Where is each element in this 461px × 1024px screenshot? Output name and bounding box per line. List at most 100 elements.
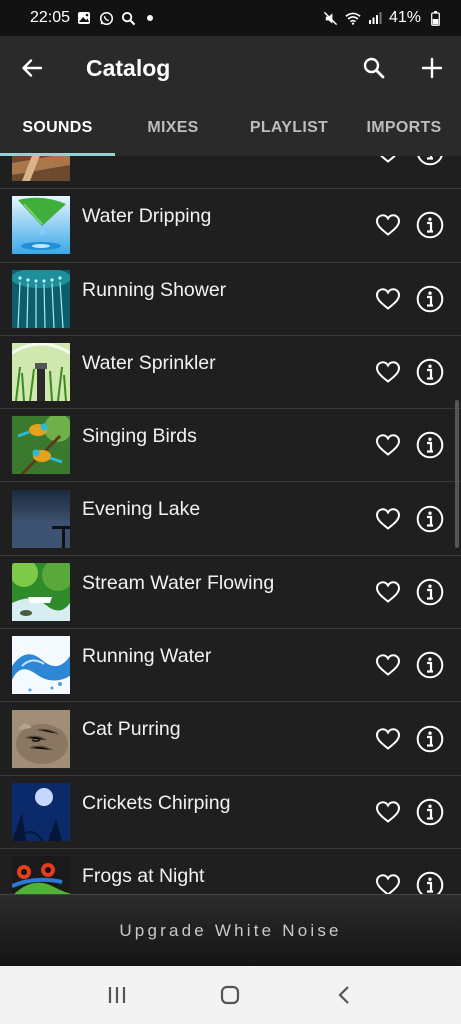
- sound-name: Running Shower: [82, 278, 227, 301]
- sound-thumbnail: [12, 709, 70, 768]
- favorite-button[interactable]: [368, 719, 408, 759]
- list-item[interactable]: Running Water: [0, 629, 461, 703]
- tab-bar: SOUNDS MIXES PLAYLIST IMPORTS: [0, 100, 461, 156]
- whatsapp-icon: [98, 10, 114, 26]
- info-button[interactable]: [410, 572, 450, 612]
- sound-thumbnail: [12, 636, 70, 695]
- sound-name: Water Sprinkler: [82, 351, 216, 374]
- info-icon: [416, 578, 444, 606]
- sound-thumbnail: [12, 196, 70, 255]
- info-icon: [416, 725, 444, 752]
- list-item[interactable]: Stream Water Flowing: [0, 556, 461, 630]
- info-button[interactable]: [410, 645, 450, 685]
- favorite-button[interactable]: [368, 499, 408, 539]
- status-bar: 22:05 41%: [0, 0, 461, 36]
- list-item[interactable]: Frogs at Night: [0, 849, 461, 894]
- info-icon: [416, 871, 444, 894]
- sound-name: Crickets Chirping: [82, 791, 231, 814]
- favorite-button[interactable]: [368, 572, 408, 612]
- heart-icon: [375, 727, 401, 750]
- heart-icon: [375, 288, 401, 310]
- heart-icon: [375, 801, 401, 823]
- sound-thumbnail: [12, 489, 70, 548]
- heart-icon: [375, 507, 401, 530]
- info-icon: [416, 798, 444, 826]
- back-icon: [338, 986, 349, 1004]
- info-icon: [416, 358, 444, 386]
- home-button[interactable]: [200, 966, 260, 1024]
- recents-button[interactable]: [87, 966, 147, 1024]
- sound-thumbnail: [12, 156, 70, 182]
- tab-sounds[interactable]: SOUNDS: [0, 100, 115, 156]
- scrollbar[interactable]: [455, 400, 459, 548]
- sound-name: Running Water: [82, 645, 212, 668]
- signal-icon: [367, 10, 383, 26]
- sound-list[interactable]: Water Dripping Running Shower Water Sprink…: [0, 156, 461, 894]
- recents-icon: [108, 987, 125, 1003]
- list-item[interactable]: Water Sprinkler: [0, 336, 461, 410]
- heart-icon: [375, 434, 401, 457]
- sound-thumbnail: [12, 782, 70, 841]
- sound-name: Water Dripping: [82, 205, 212, 228]
- info-button[interactable]: [410, 425, 450, 465]
- back-button[interactable]: [0, 36, 64, 100]
- favorite-button[interactable]: [368, 792, 408, 832]
- battery-icon: [427, 10, 443, 26]
- info-button[interactable]: [410, 156, 450, 172]
- info-button[interactable]: [410, 865, 450, 894]
- info-button[interactable]: [410, 499, 450, 539]
- tab-imports[interactable]: IMPORTS: [347, 100, 461, 156]
- list-item[interactable]: [0, 156, 461, 190]
- upgrade-label: Upgrade White Noise: [119, 920, 342, 940]
- sound-thumbnail: [12, 416, 70, 475]
- sound-thumbnail: [12, 343, 70, 402]
- tab-playlist[interactable]: PLAYLIST: [231, 100, 347, 156]
- info-icon: [416, 432, 444, 459]
- favorite-button[interactable]: [368, 865, 408, 894]
- info-button[interactable]: [410, 352, 450, 392]
- favorite-button[interactable]: [368, 205, 408, 245]
- list-item[interactable]: Cat Purring: [0, 702, 461, 776]
- info-icon: [416, 651, 444, 679]
- info-button[interactable]: [410, 279, 450, 319]
- info-icon: [417, 156, 443, 166]
- dot-icon: [142, 10, 158, 26]
- favorite-button[interactable]: [368, 352, 408, 392]
- info-button[interactable]: [410, 719, 450, 759]
- favorite-button[interactable]: [368, 279, 408, 319]
- search-button[interactable]: [345, 36, 403, 100]
- sound-thumbnail: [12, 269, 70, 328]
- info-icon: [416, 285, 444, 313]
- sound-thumbnail: [12, 856, 70, 894]
- sound-name: Stream Water Flowing: [82, 571, 275, 594]
- heart-icon: [375, 874, 401, 894]
- gallery-icon: [76, 10, 92, 26]
- favorite-button[interactable]: [368, 156, 408, 172]
- heart-icon: [375, 654, 401, 676]
- favorite-button[interactable]: [368, 425, 408, 465]
- heart-icon: [375, 361, 401, 383]
- arrow-left-icon: [22, 59, 43, 77]
- info-button[interactable]: [410, 205, 450, 245]
- info-button[interactable]: [410, 792, 450, 832]
- upgrade-button[interactable]: Upgrade White Noise: [0, 894, 461, 966]
- favorite-button[interactable]: [368, 645, 408, 685]
- mute-icon: [323, 10, 339, 26]
- tab-mixes[interactable]: MIXES: [115, 100, 231, 156]
- info-icon: [416, 505, 444, 532]
- heart-icon: [375, 581, 401, 603]
- system-nav-bar: [0, 966, 461, 1024]
- add-button[interactable]: [403, 36, 461, 100]
- heart-icon: [375, 214, 401, 237]
- list-item[interactable]: Running Shower: [0, 263, 461, 336]
- info-icon: [416, 212, 444, 239]
- list-item[interactable]: Crickets Chirping: [0, 776, 461, 849]
- sound-name: Frogs at Night: [82, 864, 205, 887]
- page-title: Catalog: [86, 54, 171, 81]
- sound-name: Evening Lake: [82, 498, 201, 521]
- sound-thumbnail: [12, 562, 70, 621]
- list-item[interactable]: Evening Lake: [0, 482, 461, 556]
- list-item[interactable]: Water Dripping: [0, 189, 461, 263]
- system-back-button[interactable]: [314, 966, 374, 1024]
- list-item[interactable]: Singing Birds: [0, 409, 461, 483]
